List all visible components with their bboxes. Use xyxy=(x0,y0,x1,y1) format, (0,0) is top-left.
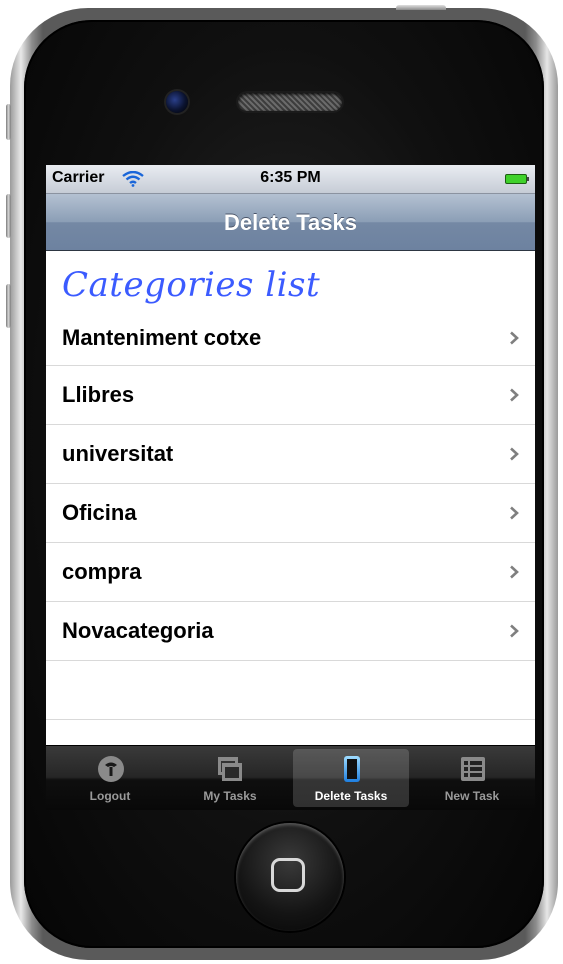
speaker-grille xyxy=(238,93,342,111)
chevron-right-icon xyxy=(510,331,519,345)
empty-row xyxy=(46,661,535,720)
list-item[interactable]: Novacategoria xyxy=(46,602,535,661)
category-label: universitat xyxy=(62,441,174,466)
section-title: Categories list xyxy=(62,265,321,305)
category-label: Manteniment cotxe xyxy=(62,325,262,350)
tab-logout[interactable]: Logout xyxy=(52,749,168,807)
list-item[interactable]: compra xyxy=(46,543,535,602)
chevron-right-icon xyxy=(510,506,519,520)
list-item[interactable]: Oficina xyxy=(46,484,535,543)
tab-my-tasks[interactable]: My Tasks xyxy=(172,749,288,807)
chevron-right-icon xyxy=(510,624,519,638)
tab-label: Delete Tasks xyxy=(314,789,388,803)
volume-down-button xyxy=(6,284,11,328)
list-item[interactable]: Manteniment cotxe xyxy=(46,305,535,366)
tab-label: Logout xyxy=(89,789,131,803)
mute-switch xyxy=(6,104,11,140)
status-bar: Carrier 6:35 PM xyxy=(46,165,535,194)
delete-tasks-icon xyxy=(344,756,360,782)
list-item[interactable]: Llibres xyxy=(46,366,535,425)
home-square-icon xyxy=(271,858,305,892)
category-label: Novacategoria xyxy=(62,618,214,643)
category-label: Oficina xyxy=(62,500,137,525)
camera-icon xyxy=(166,91,188,113)
category-label: compra xyxy=(62,559,142,584)
tab-delete-tasks[interactable]: Delete Tasks xyxy=(293,749,409,807)
tab-label: New Task xyxy=(444,789,500,803)
volume-up-button xyxy=(6,194,11,238)
navigation-bar: Delete Tasks xyxy=(46,194,535,251)
chevron-right-icon xyxy=(510,447,519,461)
home-button[interactable] xyxy=(236,823,344,931)
status-time: 6:35 PM xyxy=(260,169,321,186)
screen: Carrier 6:35 PM Delete Tasks Categories … xyxy=(46,165,535,810)
category-label: Llibres xyxy=(62,382,135,407)
my-tasks-icon xyxy=(218,757,242,781)
tab-bar: Logout My Tasks Delete Tasks New Task xyxy=(46,745,535,810)
chevron-right-icon xyxy=(510,565,519,579)
battery-icon xyxy=(505,174,529,184)
list-item[interactable]: universitat xyxy=(46,425,535,484)
tab-new-task[interactable]: New Task xyxy=(414,749,530,807)
chevron-right-icon xyxy=(510,388,519,402)
tab-label: My Tasks xyxy=(203,789,257,803)
categories-list: Manteniment cotxe Llibres universitat Of… xyxy=(46,317,535,720)
logout-icon xyxy=(98,756,124,782)
nav-title: Delete Tasks xyxy=(224,210,357,235)
new-task-icon xyxy=(461,757,485,781)
sleep-button xyxy=(396,5,446,10)
